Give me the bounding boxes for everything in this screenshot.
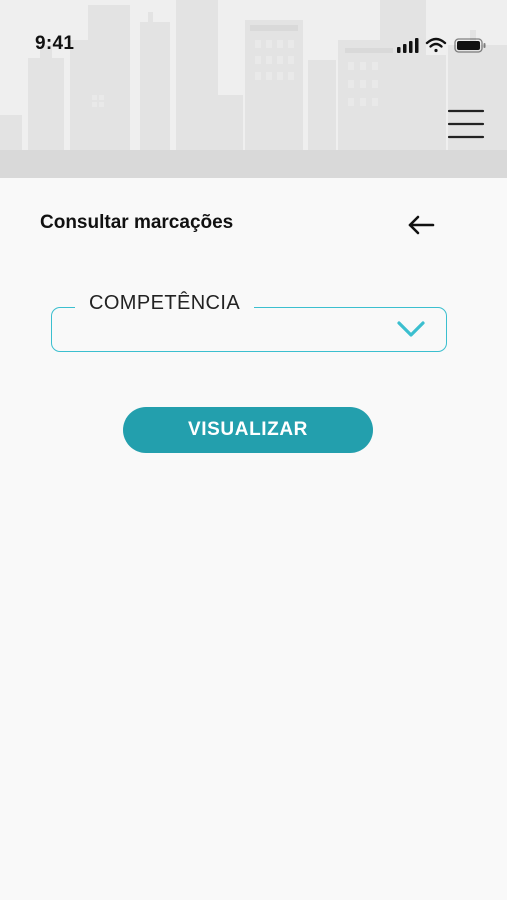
- chevron-down-icon: [397, 321, 425, 337]
- city-skyline-illustration: [0, 0, 507, 178]
- visualizar-button[interactable]: VISUALIZAR: [123, 407, 373, 453]
- battery-icon: [454, 38, 486, 53]
- signal-icon: [397, 38, 419, 53]
- hamburger-menu-icon[interactable]: [447, 108, 485, 140]
- header-banner: 9:41: [0, 0, 507, 178]
- status-bar-icons: [397, 37, 486, 53]
- competencia-label: COMPETÊNCIA: [75, 292, 255, 315]
- arrow-left-icon[interactable]: [404, 209, 438, 241]
- status-time: 9:41: [35, 33, 75, 54]
- wifi-icon: [425, 37, 447, 53]
- page-title: Consultar marcações: [40, 212, 234, 233]
